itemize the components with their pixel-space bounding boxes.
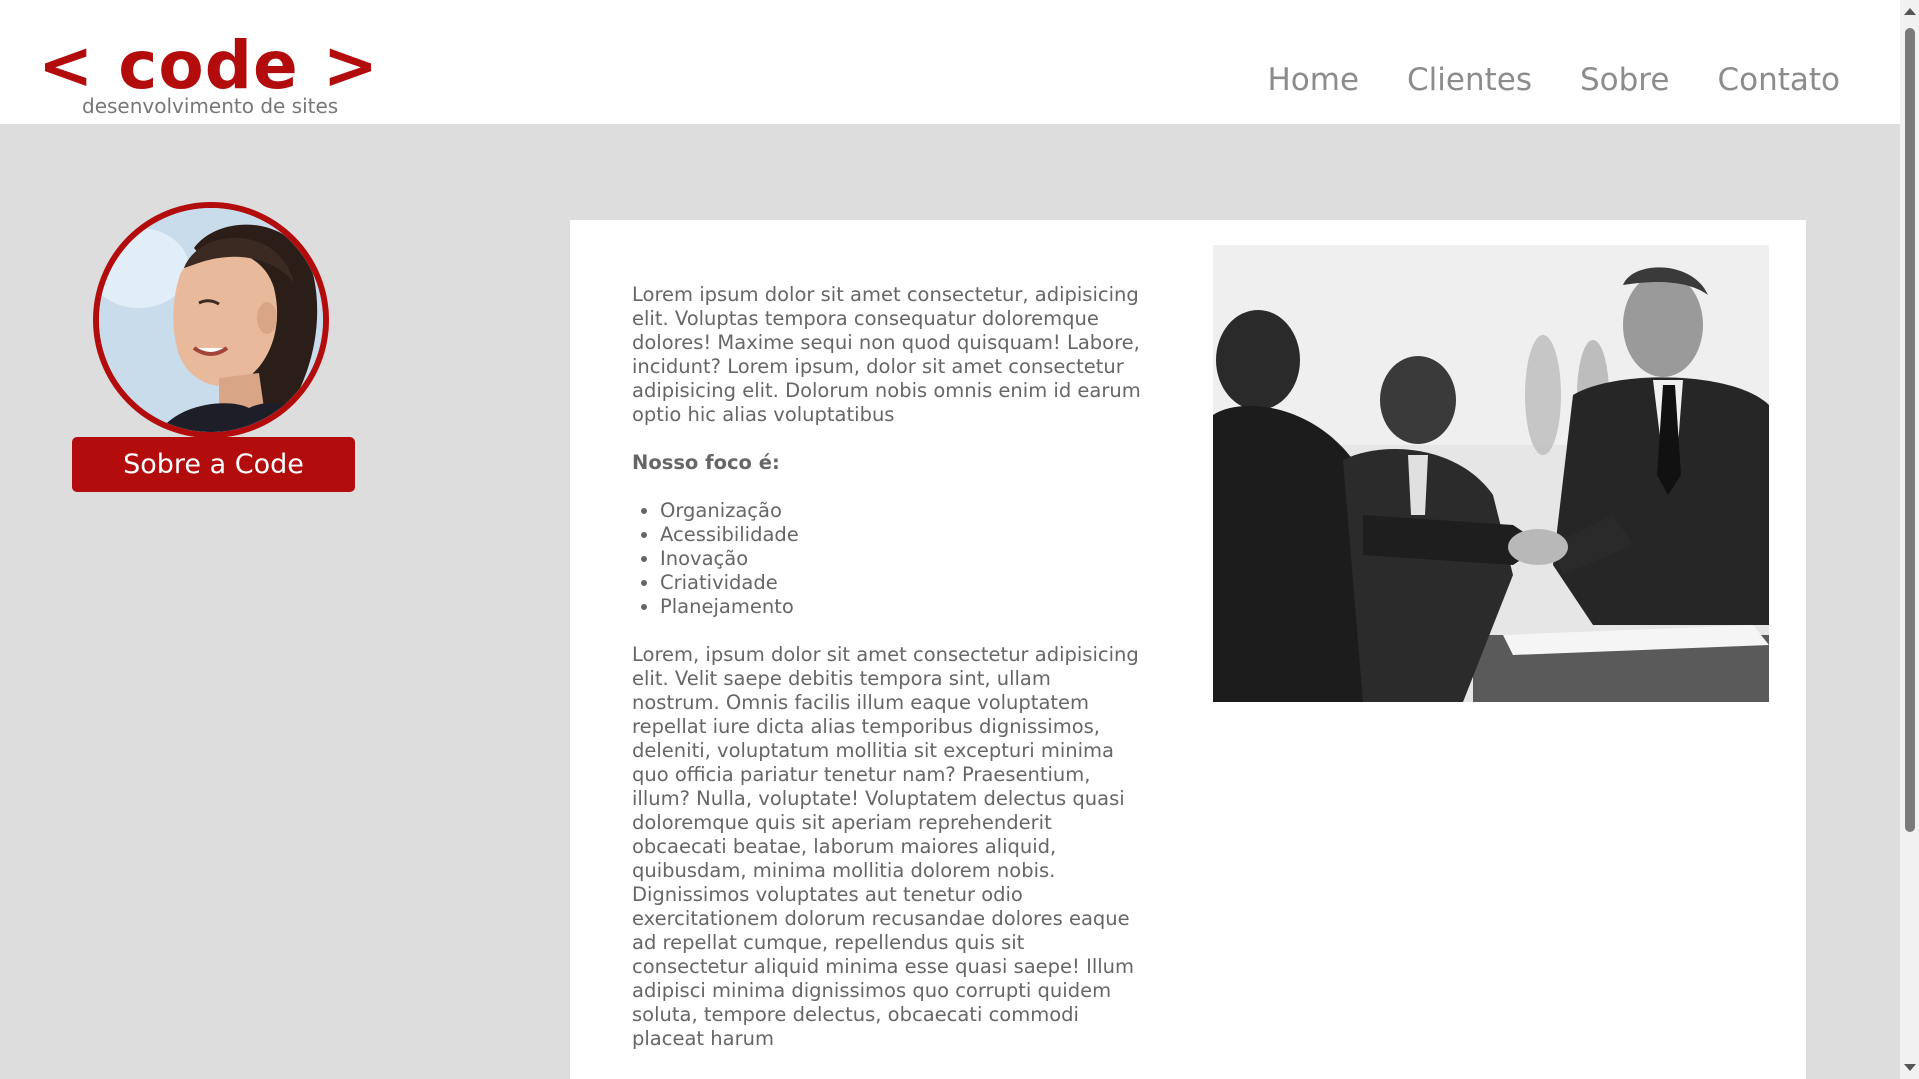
site-header: < code > desenvolvimento de sites Home C… [0,0,1900,124]
main-nav: Home Clientes Sobre Contato [1267,62,1840,98]
main-content: Lorem ipsum dolor sit amet consectetur, … [570,220,1806,1079]
logo-wordmark: < code > [38,27,380,104]
logo-tagline: desenvolvimento de sites [82,94,339,118]
woman-portrait-icon [99,208,323,432]
body-paragraph: Lorem, ipsum dolor sit amet consectetur … [632,643,1139,1050]
business-photo [1213,245,1769,702]
list-item: Planejamento [660,595,1142,619]
handshake-photo-icon [1213,245,1769,702]
nav-home[interactable]: Home [1267,62,1359,98]
list-item: Acessibilidade [660,523,1142,547]
scrollbar-thumb[interactable] [1905,28,1915,832]
nav-sobre[interactable]: Sobre [1580,62,1669,98]
scroll-up-arrow-icon[interactable] [1904,8,1916,15]
list-item: Criatividade [660,571,1142,595]
page: < code > desenvolvimento de sites Home C… [0,0,1919,1079]
focus-heading: Nosso foco é: [632,451,780,474]
list-item: Inovação [660,547,1142,571]
nav-clientes[interactable]: Clientes [1407,62,1532,98]
focus-list: Organização Acessibilidade Inovação Cria… [632,499,1142,619]
intro-paragraph: Lorem ipsum dolor sit amet consectetur, … [632,283,1141,426]
list-item: Organização [660,499,1142,523]
nav-contato[interactable]: Contato [1717,62,1840,98]
about-code-button[interactable]: Sobre a Code [72,437,355,492]
scroll-down-arrow-icon[interactable] [1904,1064,1916,1071]
vertical-scrollbar[interactable] [1900,0,1919,1079]
content-text: Lorem ipsum dolor sit amet consectetur, … [632,283,1142,1075]
profile-avatar [93,202,329,438]
site-logo[interactable]: < code > desenvolvimento de sites [38,28,378,120]
